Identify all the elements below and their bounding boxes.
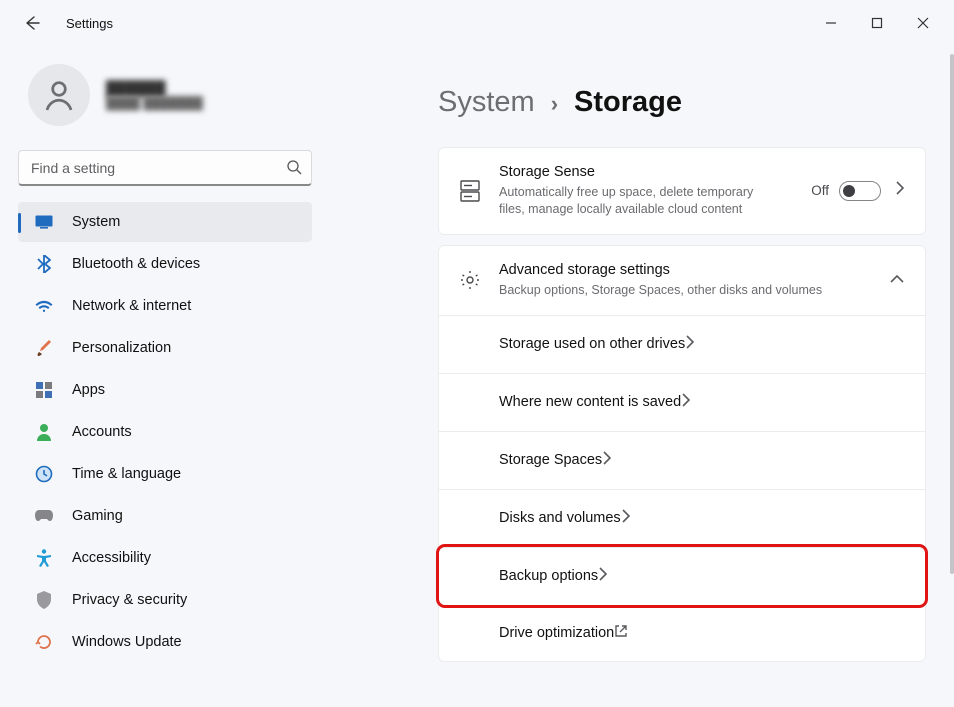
chevron-right-icon (895, 180, 905, 201)
search-input[interactable] (18, 150, 312, 186)
nav-list: System Bluetooth & devices Network & int… (18, 202, 330, 662)
brush-icon (34, 339, 54, 357)
scrollbar[interactable] (948, 46, 954, 707)
window-title: Settings (66, 16, 113, 31)
drive-optimization[interactable]: Drive optimization (439, 605, 925, 661)
minimize-button[interactable] (808, 7, 854, 39)
chevron-right-icon (681, 392, 691, 413)
storage-other-drives[interactable]: Storage used on other drives (439, 315, 925, 373)
nav-label: Accessibility (72, 550, 151, 566)
breadcrumb-parent[interactable]: System (438, 86, 535, 119)
storage-sense-card[interactable]: Storage Sense Automatically free up spac… (438, 147, 926, 235)
nav-label: Windows Update (72, 634, 182, 650)
nav-personalization[interactable]: Personalization (18, 328, 312, 368)
nav-label: Privacy & security (72, 592, 187, 608)
nav-label: Network & internet (72, 298, 191, 314)
storage-sense-title: Storage Sense (499, 164, 769, 180)
chevron-right-icon: › (551, 91, 558, 117)
nav-label: Accounts (72, 424, 132, 440)
update-icon (34, 633, 54, 651)
chevron-right-icon (685, 334, 695, 355)
nav-label: Apps (72, 382, 105, 398)
advanced-storage-header[interactable]: Advanced storage settings Backup options… (439, 246, 925, 315)
page-title: Storage (574, 86, 682, 119)
advanced-title: Advanced storage settings (499, 262, 822, 278)
profile-subtitle: ████ ███████ (106, 96, 203, 110)
where-new-content-saved[interactable]: Where new content is saved (439, 373, 925, 431)
maximize-button[interactable] (854, 7, 900, 39)
person-icon (34, 423, 54, 441)
nav-gaming[interactable]: Gaming (18, 496, 312, 536)
storage-spaces[interactable]: Storage Spaces (439, 431, 925, 489)
gamepad-icon (34, 509, 54, 523)
profile-block[interactable]: ██████ ████ ███████ (28, 64, 330, 126)
sidebar: ██████ ████ ███████ System Bluetooth & d… (0, 46, 330, 707)
backup-options[interactable]: Backup options (439, 547, 925, 605)
nav-label: Gaming (72, 508, 123, 524)
nav-time-language[interactable]: Time & language (18, 454, 312, 494)
clock-icon (34, 465, 54, 483)
nav-label: Personalization (72, 340, 171, 356)
system-icon (34, 215, 54, 229)
nav-system[interactable]: System (18, 202, 312, 242)
search-icon (286, 159, 302, 180)
nav-apps[interactable]: Apps (18, 370, 312, 410)
nav-label: System (72, 214, 120, 230)
nav-windows-update[interactable]: Windows Update (18, 622, 312, 662)
chevron-right-icon (621, 508, 631, 529)
nav-label: Time & language (72, 466, 181, 482)
nav-privacy[interactable]: Privacy & security (18, 580, 312, 620)
titlebar: Settings (0, 0, 954, 46)
storage-icon (459, 180, 481, 202)
wifi-icon (34, 299, 54, 313)
storage-sense-desc: Automatically free up space, delete temp… (499, 184, 769, 218)
storage-sense-toggle[interactable] (839, 181, 881, 201)
close-button[interactable] (900, 7, 946, 39)
back-button[interactable] (20, 11, 44, 35)
nav-accounts[interactable]: Accounts (18, 412, 312, 452)
nav-label: Bluetooth & devices (72, 256, 200, 272)
gear-icon (459, 270, 481, 290)
chevron-right-icon (602, 450, 612, 471)
chevron-up-icon (889, 271, 905, 289)
external-link-icon (614, 624, 628, 643)
main-panel: System › Storage Storage Sense Automatic… (330, 46, 954, 707)
chevron-right-icon (598, 566, 608, 587)
search-box[interactable] (18, 150, 312, 186)
disks-and-volumes[interactable]: Disks and volumes (439, 489, 925, 547)
advanced-desc: Backup options, Storage Spaces, other di… (499, 282, 822, 299)
nav-accessibility[interactable]: Accessibility (18, 538, 312, 578)
nav-network[interactable]: Network & internet (18, 286, 312, 326)
avatar (28, 64, 90, 126)
profile-name: ██████ (106, 80, 203, 96)
nav-bluetooth[interactable]: Bluetooth & devices (18, 244, 312, 284)
advanced-storage-card: Advanced storage settings Backup options… (438, 245, 926, 662)
breadcrumb: System › Storage (438, 86, 926, 119)
bluetooth-icon (34, 255, 54, 273)
apps-icon (34, 382, 54, 398)
accessibility-icon (34, 549, 54, 567)
toggle-state-label: Off (811, 183, 829, 198)
shield-icon (34, 591, 54, 609)
